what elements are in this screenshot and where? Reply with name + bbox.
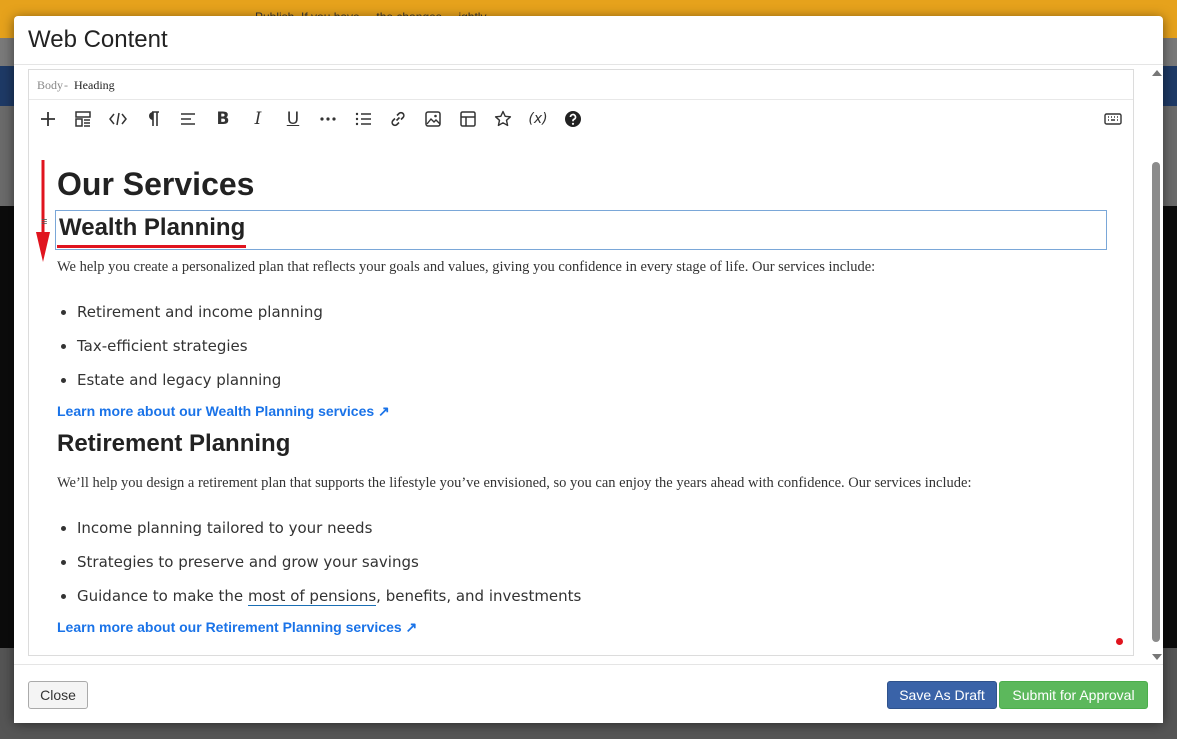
modal-header: Web Content — [14, 16, 1163, 65]
modal-scrollbar[interactable] — [1150, 64, 1163, 664]
web-content-modal: Web Content Body - Heading B I U (x) ≡ O… — [14, 16, 1163, 723]
italic-icon: I — [254, 109, 262, 129]
image-icon — [425, 111, 441, 127]
link-button[interactable] — [385, 106, 411, 132]
keyboard-shortcuts-button[interactable] — [1100, 106, 1126, 132]
add-icon — [41, 112, 55, 126]
bulleted-list-icon — [355, 112, 371, 126]
red-arrow-annotation — [36, 160, 50, 262]
align-button[interactable] — [175, 106, 201, 132]
variable-icon: (x) — [528, 111, 548, 127]
page-heading[interactable]: Our Services — [57, 166, 254, 203]
more-icon — [320, 117, 336, 121]
table-icon — [460, 111, 476, 127]
rich-text-editor[interactable]: Body - Heading B I U (x) ≡ Our Services … — [28, 69, 1134, 656]
add-button[interactable] — [35, 106, 61, 132]
wealth-planning-intro[interactable]: We help you create a personalized plan t… — [57, 259, 875, 276]
more-button[interactable] — [315, 106, 341, 132]
paragraph-icon — [149, 111, 159, 126]
fragments-button[interactable] — [70, 106, 96, 132]
retirement-planning-intro[interactable]: We’ll help you design a retirement plan … — [57, 475, 971, 492]
favorite-button[interactable] — [490, 106, 516, 132]
link-icon — [391, 111, 405, 127]
modal-title: Web Content — [28, 26, 168, 53]
red-dot-indicator — [1116, 638, 1123, 645]
modal-footer: Close Save As Draft Submit for Approval — [14, 664, 1163, 723]
help-button[interactable] — [560, 106, 586, 132]
list-item[interactable]: Tax-efficient strategies — [59, 336, 323, 370]
star-icon — [494, 110, 512, 127]
scroll-down-arrow-icon[interactable] — [1152, 654, 1162, 660]
retirement-planning-heading[interactable]: Retirement Planning — [57, 430, 290, 458]
list-item[interactable]: Estate and legacy planning — [59, 370, 323, 404]
bold-icon: B — [216, 109, 230, 129]
bulleted-list-button[interactable] — [350, 106, 376, 132]
retirement-planning-learn-more-link[interactable]: Learn more about our Retirement Planning… — [57, 619, 417, 636]
list-item[interactable]: Strategies to preserve and grow your sav… — [59, 552, 581, 586]
list-item-text-start: Guidance to make the — [77, 587, 248, 605]
editor-toolbar: B I U (x) — [29, 100, 1133, 138]
variable-button[interactable]: (x) — [525, 106, 551, 132]
scrollbar-thumb[interactable] — [1152, 162, 1160, 642]
wealth-planning-list: Retirement and income planning Tax-effic… — [59, 302, 323, 404]
element-path-breadcrumb: Body - Heading — [29, 70, 1133, 100]
fragments-icon — [75, 111, 91, 127]
paragraph-button[interactable] — [140, 106, 166, 132]
underline-button[interactable]: U — [280, 106, 306, 132]
list-item-text-end: , benefits, and investments — [376, 587, 582, 605]
wealth-planning-heading[interactable]: Wealth Planning — [59, 214, 245, 242]
editor-content-area[interactable]: ≡ Our Services Wealth Planning We help y… — [29, 138, 1133, 655]
italic-button[interactable]: I — [245, 106, 271, 132]
source-code-button[interactable] — [105, 106, 131, 132]
block-handle-icon[interactable]: ≡ — [41, 216, 47, 228]
align-icon — [181, 113, 195, 125]
underlined-phrase: most of pensions — [247, 587, 377, 606]
table-button[interactable] — [455, 106, 481, 132]
scroll-up-arrow-icon[interactable] — [1152, 70, 1162, 76]
breadcrumb-body[interactable]: Body — [37, 78, 63, 93]
bold-button[interactable]: B — [210, 106, 236, 132]
submit-for-approval-button[interactable]: Submit for Approval — [999, 681, 1148, 709]
close-button[interactable]: Close — [28, 681, 88, 709]
list-item[interactable]: Income planning tailored to your needs — [59, 518, 581, 552]
breadcrumb-heading[interactable]: Heading — [74, 78, 115, 93]
breadcrumb-separator: - — [64, 78, 68, 92]
retirement-planning-list: Income planning tailored to your needs S… — [59, 518, 581, 620]
red-underline-annotation — [57, 245, 246, 248]
wealth-planning-learn-more-link[interactable]: Learn more about our Wealth Planning ser… — [57, 403, 390, 420]
list-item[interactable]: Retirement and income planning — [59, 302, 323, 336]
list-item[interactable]: Guidance to make the most of pensions, b… — [59, 586, 581, 620]
help-icon — [565, 111, 581, 127]
image-button[interactable] — [420, 106, 446, 132]
keyboard-icon — [1104, 113, 1122, 125]
source-code-icon — [109, 112, 127, 126]
underline-icon: U — [286, 109, 300, 129]
save-as-draft-button[interactable]: Save As Draft — [887, 681, 997, 709]
